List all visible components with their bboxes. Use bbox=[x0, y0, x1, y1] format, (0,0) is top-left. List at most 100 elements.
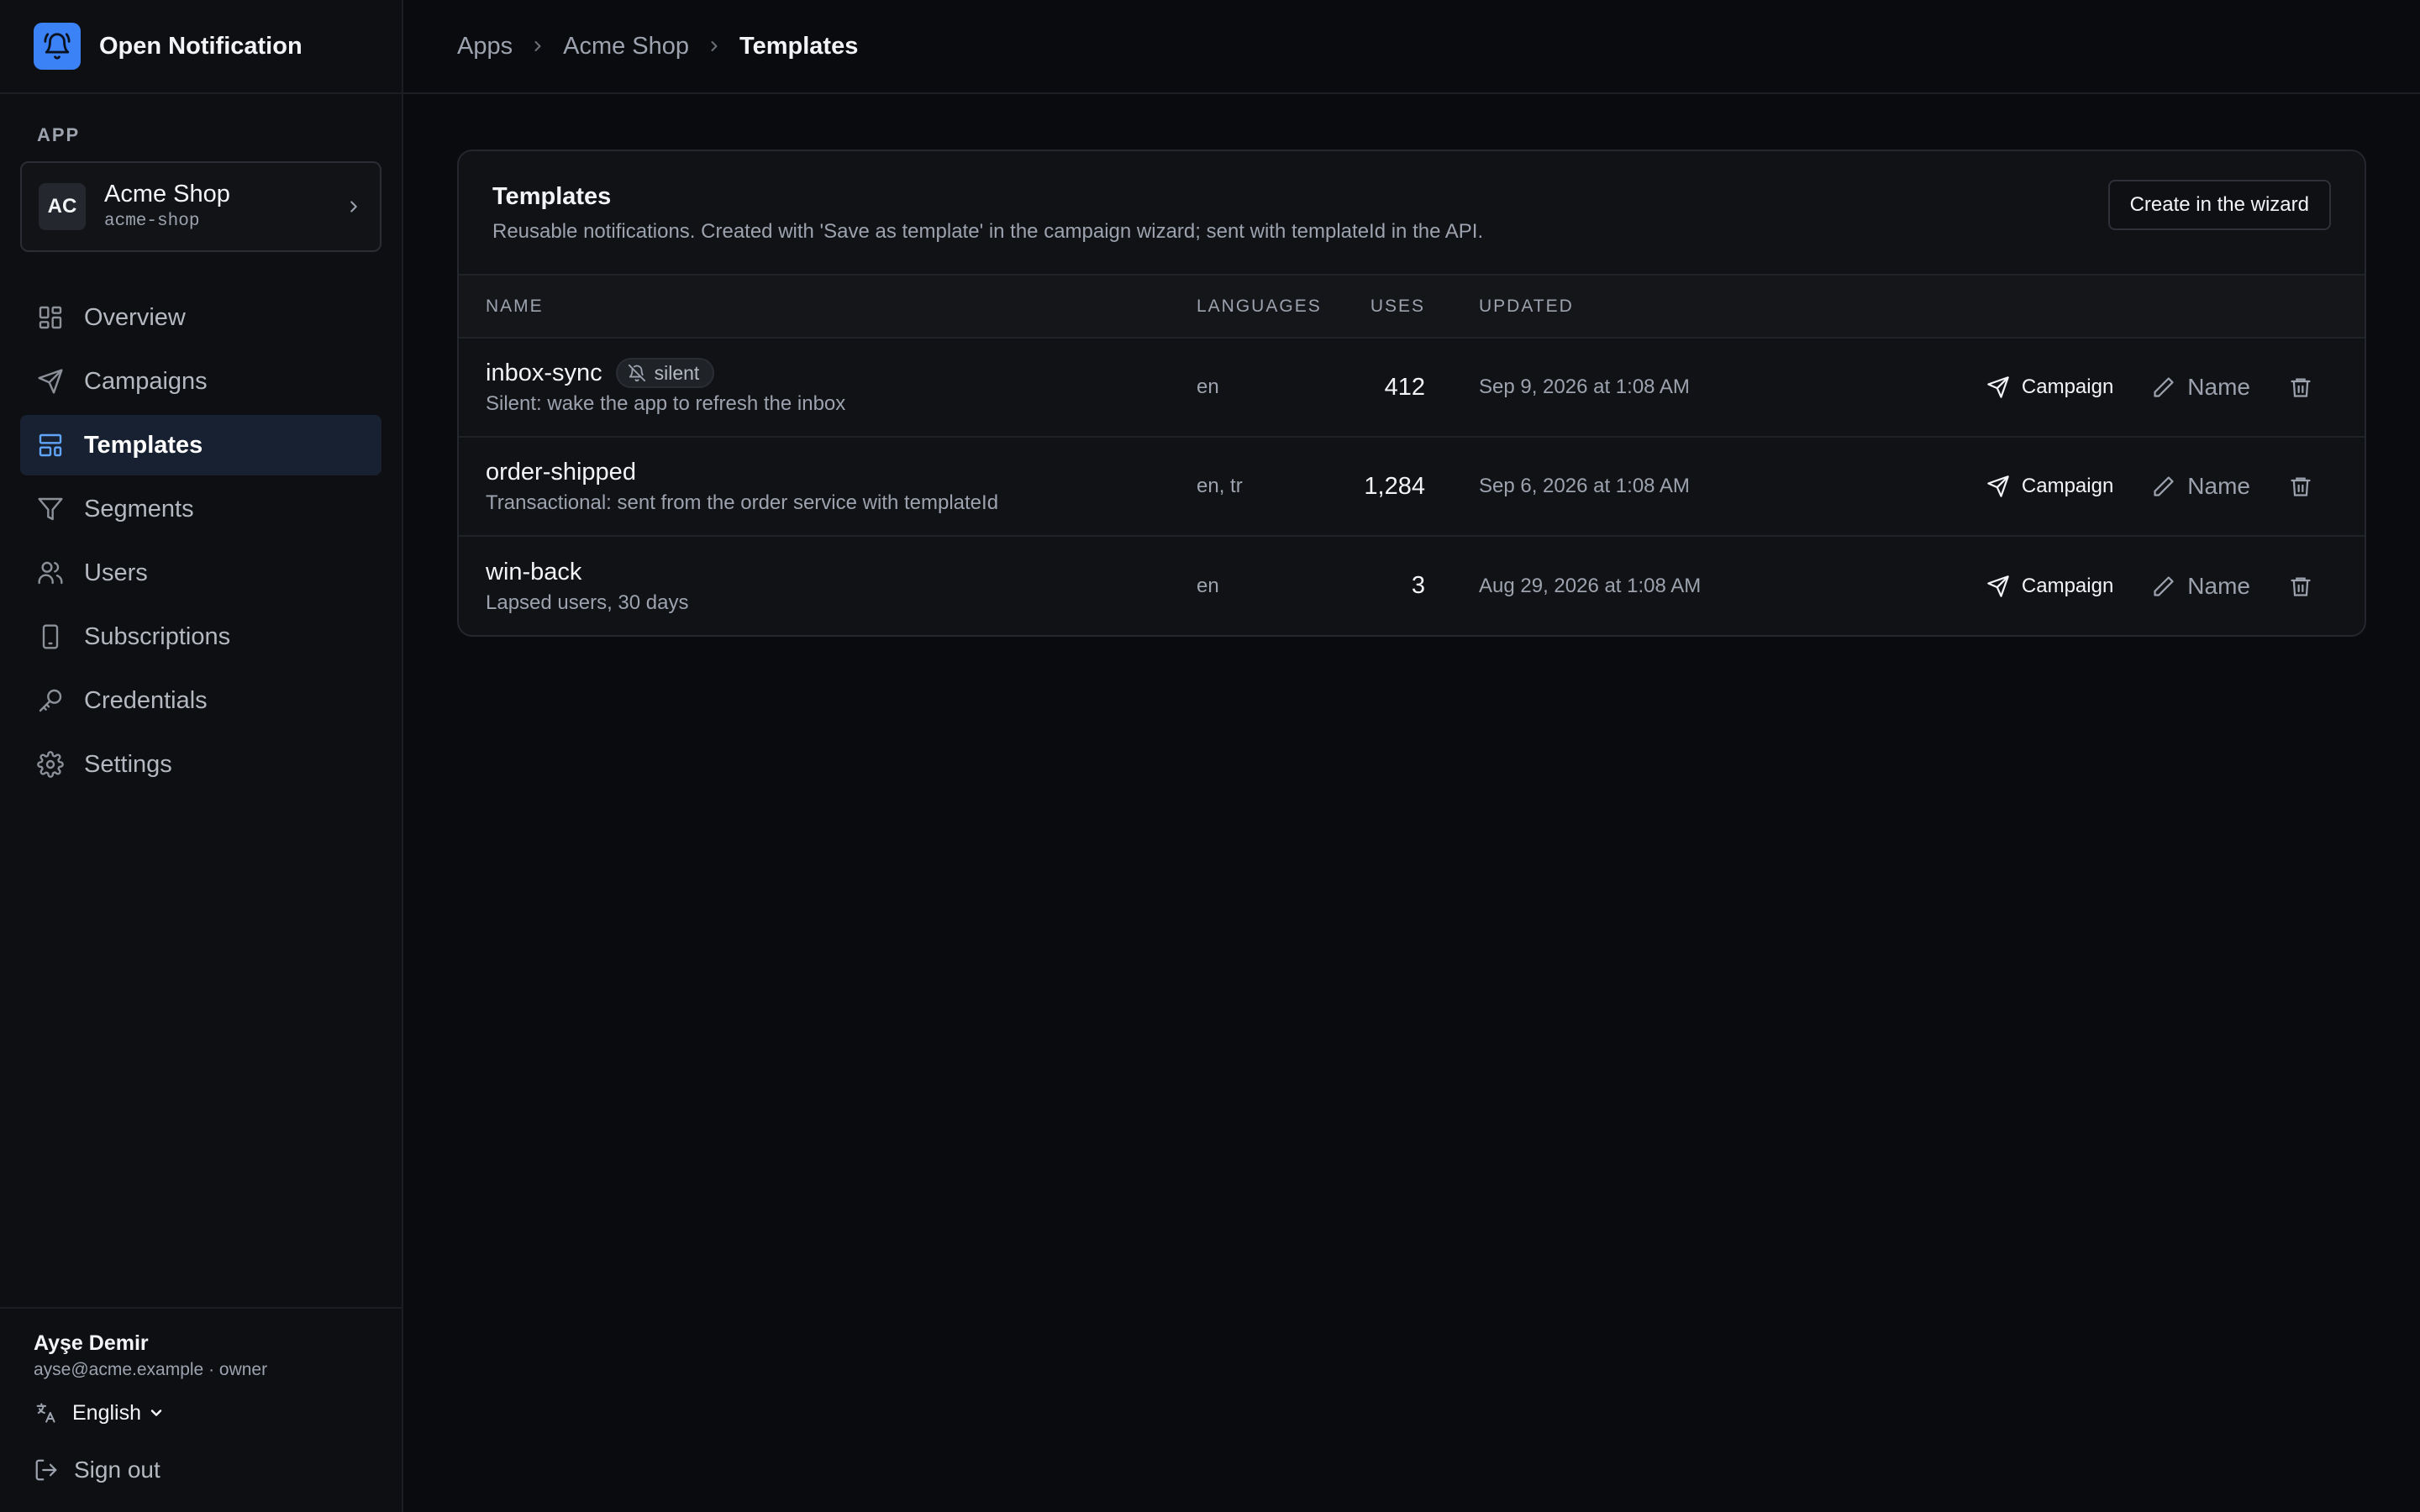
page-title: Templates bbox=[492, 183, 612, 210]
sidebar: Open Notification APP AC Acme Shop acme-… bbox=[0, 0, 403, 1512]
sidebar-item-label: Templates bbox=[84, 431, 203, 459]
device-icon bbox=[37, 623, 64, 650]
trash-icon bbox=[2289, 475, 2312, 498]
campaign-button[interactable]: Campaign bbox=[1986, 375, 2113, 399]
template-name: inbox-sync bbox=[486, 360, 602, 386]
chevron-right-icon bbox=[345, 197, 363, 216]
sidebar-item-templates[interactable]: Templates bbox=[20, 415, 381, 475]
chevron-right-icon bbox=[706, 38, 723, 55]
pencil-icon bbox=[2152, 375, 2175, 399]
template-icon bbox=[37, 432, 64, 459]
user-email: ayse@acme.example · owner bbox=[34, 1360, 268, 1379]
breadcrumb-app[interactable]: Acme Shop bbox=[563, 33, 689, 60]
template-languages: en, tr bbox=[1197, 475, 1243, 497]
templates-table: NAME LANGUAGES USES UPDATED inbox-sync s… bbox=[459, 276, 2365, 635]
column-header-actions bbox=[1813, 276, 2365, 338]
pencil-icon bbox=[2152, 575, 2175, 598]
templates-card: Templates Reusable notifications. Create… bbox=[457, 150, 2366, 637]
template-uses: 412 bbox=[1384, 373, 1425, 401]
filter-icon bbox=[37, 496, 64, 522]
template-uses: 3 bbox=[1411, 572, 1425, 599]
app-avatar: AC bbox=[39, 183, 86, 230]
send-icon bbox=[1986, 575, 2010, 598]
app-root: Open Notification APP AC Acme Shop acme-… bbox=[0, 0, 2420, 1512]
campaign-button[interactable]: Campaign bbox=[1986, 575, 2113, 598]
brand[interactable]: Open Notification bbox=[0, 0, 402, 94]
rename-button[interactable]: Name bbox=[2152, 374, 2250, 401]
trash-icon bbox=[2289, 375, 2312, 399]
sidebar-nav: Overview Campaigns Templates Segments Us… bbox=[0, 287, 402, 798]
chevron-right-icon bbox=[529, 38, 546, 55]
table-row[interactable]: inbox-sync silent Silent: wake the app t… bbox=[459, 338, 2365, 437]
sidebar-item-credentials[interactable]: Credentials bbox=[20, 670, 381, 731]
template-updated: Sep 6, 2026 at 1:08 AM bbox=[1479, 475, 1690, 497]
template-updated: Aug 29, 2026 at 1:08 AM bbox=[1479, 574, 1702, 597]
column-header-uses[interactable]: USES bbox=[1334, 276, 1452, 338]
language-select[interactable]: English bbox=[72, 1401, 165, 1425]
trash-icon bbox=[2289, 575, 2312, 598]
pencil-icon bbox=[2152, 475, 2175, 498]
chevron-down-icon bbox=[148, 1404, 165, 1421]
campaign-button[interactable]: Campaign bbox=[1986, 475, 2113, 498]
create-in-wizard-button[interactable]: Create in the wizard bbox=[2107, 180, 2331, 230]
gear-icon bbox=[37, 751, 64, 778]
template-name: win-back bbox=[486, 558, 582, 585]
sign-out-icon bbox=[34, 1457, 59, 1483]
rename-label: Name bbox=[2187, 572, 2250, 599]
sidebar-item-label: Credentials bbox=[84, 686, 208, 714]
template-languages: en bbox=[1197, 375, 1219, 398]
column-header-languages[interactable]: LANGUAGES bbox=[1170, 276, 1334, 338]
send-icon bbox=[37, 368, 64, 395]
rename-button[interactable]: Name bbox=[2152, 573, 2250, 600]
template-uses: 1,284 bbox=[1364, 472, 1425, 500]
table-header-row: NAME LANGUAGES USES UPDATED bbox=[459, 276, 2365, 338]
delete-button[interactable] bbox=[2289, 375, 2312, 399]
template-description: Lapsed users, 30 days bbox=[486, 591, 689, 614]
send-icon bbox=[1986, 475, 2010, 498]
sidebar-item-label: Campaigns bbox=[84, 367, 208, 395]
page-description: Reusable notifications. Created with 'Sa… bbox=[492, 220, 1484, 243]
breadcrumb-current: Templates bbox=[739, 32, 859, 60]
sidebar-item-label: Subscriptions bbox=[84, 622, 231, 650]
rename-button[interactable]: Name bbox=[2152, 473, 2250, 500]
sidebar-item-label: Users bbox=[84, 559, 148, 586]
sidebar-item-subscriptions[interactable]: Subscriptions bbox=[20, 606, 381, 667]
sidebar-item-overview[interactable]: Overview bbox=[20, 287, 381, 348]
user-name: Ayşe Demir bbox=[34, 1331, 149, 1355]
delete-button[interactable] bbox=[2289, 475, 2312, 498]
sidebar-item-campaigns[interactable]: Campaigns bbox=[20, 351, 381, 412]
table-row[interactable]: win-back Lapsed users, 30 days en 3 Aug … bbox=[459, 536, 2365, 635]
template-description: Transactional: sent from the order servi… bbox=[486, 491, 999, 514]
campaign-label: Campaign bbox=[2021, 375, 2114, 398]
sidebar-item-segments[interactable]: Segments bbox=[20, 479, 381, 539]
table-row[interactable]: order-shipped Transactional: sent from t… bbox=[459, 437, 2365, 536]
sidebar-item-settings[interactable]: Settings bbox=[20, 734, 381, 795]
main-area: Apps Acme Shop Templates Templates Reusa… bbox=[403, 0, 2420, 1512]
delete-button[interactable] bbox=[2289, 575, 2312, 598]
section-label: APP bbox=[37, 124, 81, 145]
template-description: Silent: wake the app to refresh the inbo… bbox=[486, 392, 846, 415]
sidebar-item-users[interactable]: Users bbox=[20, 543, 381, 603]
content: Templates Reusable notifications. Create… bbox=[403, 94, 2420, 692]
users-icon bbox=[37, 559, 64, 586]
app-switcher[interactable]: AC Acme Shop acme-shop bbox=[20, 161, 381, 252]
column-header-updated[interactable]: UPDATED bbox=[1452, 276, 1813, 338]
language-value: English bbox=[72, 1400, 141, 1425]
sidebar-item-label: Segments bbox=[84, 495, 194, 522]
rename-label: Name bbox=[2187, 473, 2250, 499]
campaign-label: Campaign bbox=[2021, 475, 2114, 497]
breadcrumb-apps[interactable]: Apps bbox=[457, 33, 513, 60]
column-header-name[interactable]: NAME bbox=[459, 276, 1170, 338]
brand-name: Open Notification bbox=[99, 32, 302, 60]
campaign-label: Campaign bbox=[2021, 574, 2114, 597]
template-name: order-shipped bbox=[486, 459, 636, 486]
rename-label: Name bbox=[2187, 374, 2250, 400]
sidebar-item-label: Settings bbox=[84, 750, 172, 778]
badge-label: silent bbox=[654, 361, 700, 384]
sign-out-label: Sign out bbox=[74, 1457, 160, 1483]
app-slug: acme-shop bbox=[104, 212, 200, 231]
bell-icon bbox=[34, 23, 81, 70]
template-updated: Sep 9, 2026 at 1:08 AM bbox=[1479, 375, 1690, 398]
sign-out-button[interactable]: Sign out bbox=[34, 1452, 368, 1488]
overview-icon bbox=[37, 304, 64, 331]
